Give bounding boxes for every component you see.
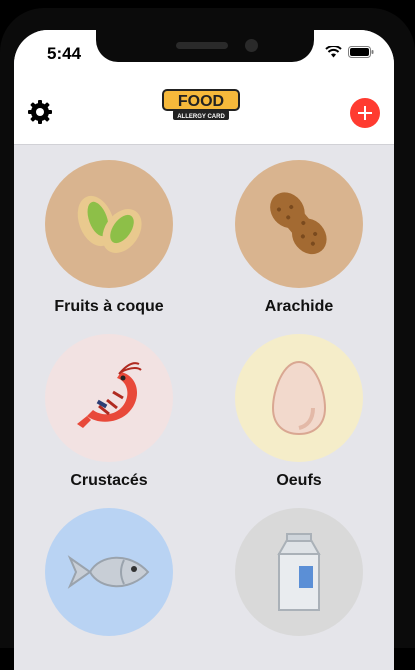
status-icons — [325, 46, 374, 58]
app-screen: 5:44 FOOD ALLERGY CARD Fruits à coque Ar… — [14, 30, 394, 670]
add-button[interactable] — [350, 98, 380, 128]
allergen-label: Crustacés — [70, 472, 148, 489]
allergen-label: Arachide — [264, 298, 334, 315]
nav-bar: FOOD ALLERGY CARD — [14, 74, 394, 145]
battery-icon — [348, 46, 374, 58]
allergen-circle — [235, 334, 363, 462]
allergen-label: Oeufs — [276, 472, 322, 489]
allergen-tile-peanut[interactable]: Arachide — [204, 160, 394, 316]
milk-carton-icon — [277, 533, 321, 611]
status-time: 5:44 — [47, 44, 82, 63]
allergen-label: Fruits à coque — [54, 298, 164, 315]
allergen-circle — [45, 160, 173, 288]
status-bar: 5:44 — [14, 30, 394, 74]
peanut-icon — [270, 192, 327, 255]
allergen-tile-milk[interactable] — [204, 508, 394, 646]
allergen-tile-crustaceans[interactable]: Crustacés — [14, 334, 204, 490]
allergen-circle — [45, 334, 173, 462]
allergen-circle — [235, 508, 363, 636]
shrimp-icon — [77, 362, 142, 428]
egg-icon — [271, 360, 327, 436]
camera — [245, 39, 258, 52]
allergen-circle — [45, 508, 173, 636]
allergen-tile-fish[interactable] — [14, 508, 204, 646]
plus-icon — [358, 106, 372, 120]
gear-icon — [28, 100, 52, 124]
allergen-tile-eggs[interactable]: Oeufs — [204, 334, 394, 490]
food-allergy-card-logo: FOOD ALLERGY CARD — [162, 89, 240, 120]
allergen-circle — [235, 160, 363, 288]
fish-icon — [67, 555, 150, 589]
pistachio-icon — [77, 195, 142, 253]
phone-frame: 5:44 FOOD ALLERGY CARD Fruits à coque Ar… — [0, 8, 415, 670]
wifi-icon — [325, 46, 342, 58]
notch — [96, 30, 314, 62]
svg-text:ALLERGY CARD: ALLERGY CARD — [177, 114, 225, 120]
svg-text:FOOD: FOOD — [178, 93, 224, 110]
settings-button[interactable] — [26, 98, 54, 126]
allergen-tile-nuts[interactable]: Fruits à coque — [14, 160, 204, 316]
speaker — [176, 42, 228, 49]
